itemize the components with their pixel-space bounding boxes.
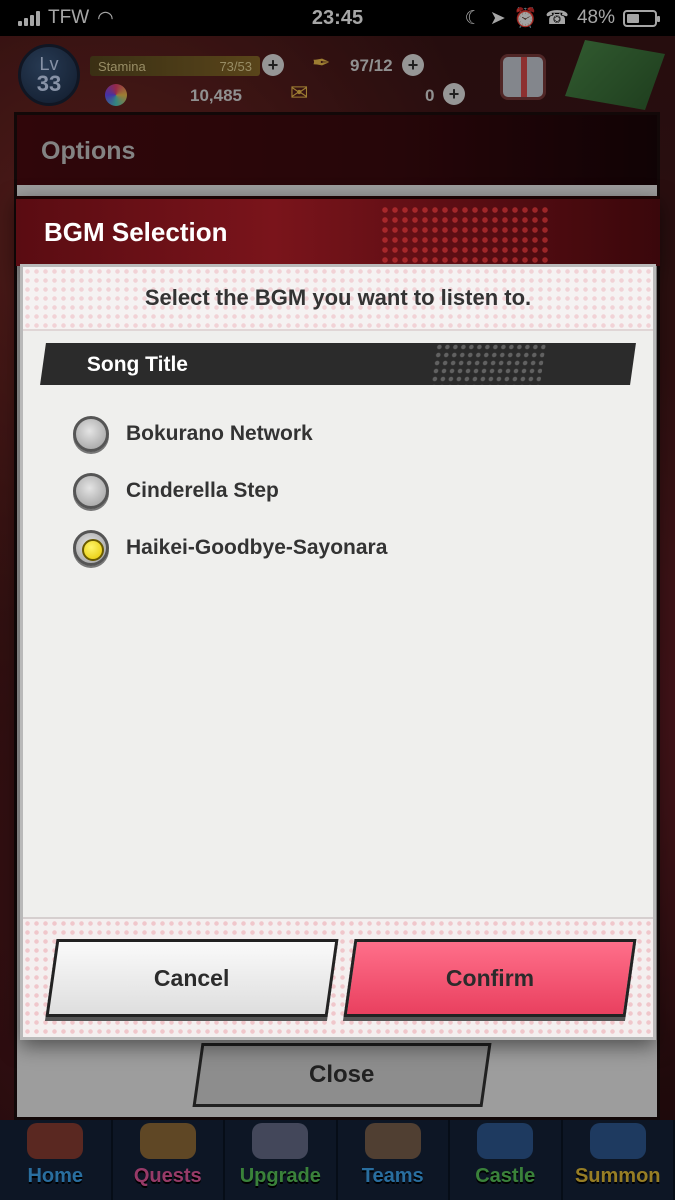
confirm-button[interactable]: Confirm (343, 939, 637, 1017)
song-option-haikei-goodbye-sayonara[interactable]: Haikei-Goodbye-Sayonara (73, 519, 633, 576)
song-list: Bokurano Network Cinderella Step Haikei-… (73, 405, 633, 576)
cancel-button-label: Cancel (154, 964, 230, 991)
header-halftone (380, 205, 550, 265)
dialog-subtitle: Select the BGM you want to listen to. (23, 267, 653, 331)
song-label: Haikei-Goodbye-Sayonara (126, 535, 388, 559)
radio-button[interactable] (73, 415, 109, 452)
bgm-selection-dialog: BGM Selection Select the BGM you want to… (16, 196, 660, 1040)
cancel-button[interactable]: Cancel (45, 939, 339, 1017)
song-title-header-label: Song Title (86, 353, 188, 376)
dialog-title: BGM Selection (44, 217, 228, 247)
dialog-body: Select the BGM you want to listen to. So… (20, 264, 656, 1040)
radio-button[interactable] (73, 472, 109, 509)
song-option-cinderella-step[interactable]: Cinderella Step (73, 462, 633, 519)
confirm-button-label: Confirm (445, 964, 535, 991)
song-label: Bokurano Network (126, 421, 313, 445)
song-label: Cinderella Step (126, 478, 279, 502)
song-header-halftone (430, 343, 546, 385)
dialog-header: BGM Selection (16, 196, 660, 266)
song-title-header: Song Title (40, 343, 636, 385)
radio-button-selected[interactable] (73, 529, 109, 566)
dialog-footer: Cancel Confirm (23, 917, 653, 1037)
song-option-bokurano-network[interactable]: Bokurano Network (73, 405, 633, 462)
